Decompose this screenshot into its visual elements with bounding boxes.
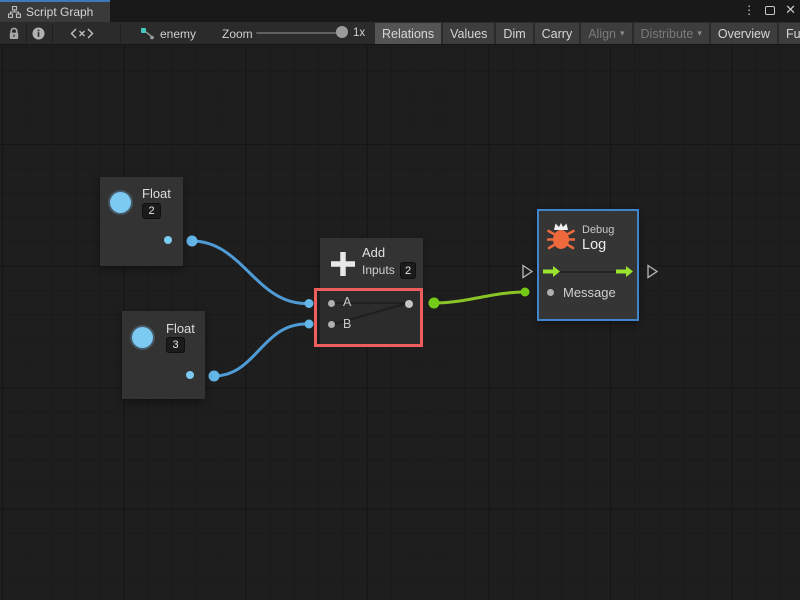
wire-add-to-log-message[interactable]	[434, 292, 524, 303]
zoom-label: Zoom	[222, 27, 253, 41]
plus-icon	[328, 249, 358, 279]
overview-button[interactable]: Overview	[711, 23, 777, 44]
node-title: Float	[166, 321, 195, 336]
wire-endpoint[interactable]	[521, 288, 530, 297]
port-a-label: A	[343, 295, 351, 309]
info-icon	[32, 27, 45, 40]
script-graph-icon	[8, 6, 21, 18]
window-controls: ⋮ ✕	[743, 0, 796, 20]
zoom-slider-track[interactable]	[256, 32, 342, 34]
maximize-icon[interactable]	[765, 6, 775, 15]
float-type-icon	[110, 192, 131, 213]
graph-canvas[interactable]: Float 2 Float 3 Add Inputs 2	[0, 45, 800, 600]
tab-title: Script Graph	[26, 5, 93, 19]
bug-icon	[547, 220, 575, 252]
message-port-label: Message	[563, 285, 616, 300]
chevron-down-icon: ▾	[620, 28, 625, 39]
add-node-body[interactable]: A B	[320, 290, 423, 346]
input-port-b[interactable]	[328, 321, 335, 328]
node-category: Debug	[582, 224, 614, 236]
float-type-icon	[132, 327, 153, 348]
node-float-3[interactable]: Float 3	[122, 311, 205, 399]
graph-toolbar: enemy Zoom 1x Relations Values Dim Carry…	[0, 22, 800, 45]
flow-out-arrow-icon[interactable]	[615, 265, 634, 278]
wire-endpoint[interactable]	[187, 236, 198, 247]
node-title: Float	[142, 186, 171, 201]
edit-source-button[interactable]	[68, 24, 96, 43]
node-add[interactable]: Add Inputs 2 A B	[320, 238, 423, 346]
flow-input-triangle-icon[interactable]	[523, 266, 532, 278]
node-float-2[interactable]: Float 2	[100, 177, 183, 266]
node-debug-log[interactable]: Debug Log Message	[537, 209, 639, 321]
output-port[interactable]	[164, 236, 172, 244]
values-button[interactable]: Values	[443, 23, 494, 44]
wire-float3-to-add-b[interactable]	[214, 324, 306, 376]
zoom-slider-handle[interactable]	[336, 26, 348, 38]
wire-endpoint[interactable]	[305, 299, 314, 308]
inputs-count-field[interactable]: 2	[400, 262, 416, 279]
wire-endpoint[interactable]	[209, 371, 220, 382]
input-port-a[interactable]	[328, 300, 335, 307]
port-b-label: B	[343, 317, 351, 331]
toolbar-separator	[26, 24, 27, 43]
tab-script-graph[interactable]: Script Graph	[0, 0, 110, 22]
float-value-field[interactable]: 3	[166, 337, 185, 353]
output-port[interactable]	[186, 371, 194, 379]
relations-button[interactable]: Relations	[375, 23, 441, 44]
info-button[interactable]	[28, 24, 48, 43]
script-graph-window: Script Graph ⋮ ✕	[0, 0, 800, 600]
flow-output-triangle-icon[interactable]	[648, 266, 657, 278]
zoom-value: 1x	[353, 27, 365, 39]
add-node-header[interactable]: Add Inputs 2	[320, 238, 423, 290]
lock-button[interactable]	[4, 24, 24, 43]
code-icon	[70, 28, 94, 39]
node-title: Log	[582, 237, 606, 253]
message-input-port[interactable]	[547, 289, 554, 296]
wire-endpoint[interactable]	[305, 320, 314, 329]
float-value-field[interactable]: 2	[142, 203, 161, 219]
graph-name: enemy	[160, 27, 196, 41]
inputs-label: Inputs	[362, 263, 395, 277]
close-icon[interactable]: ✕	[785, 2, 796, 18]
align-dropdown[interactable]: Align▾	[581, 23, 631, 44]
output-port[interactable]	[405, 300, 413, 308]
toolbar-separator	[120, 24, 121, 43]
tab-bar: Script Graph ⋮ ✕	[0, 0, 800, 22]
dim-button[interactable]: Dim	[496, 23, 532, 44]
toolbar-separator	[52, 24, 53, 43]
graph-icon	[140, 27, 155, 40]
lock-icon	[8, 27, 20, 40]
fullscreen-button[interactable]: Full Screen	[779, 23, 800, 44]
toolbar-button-group: Relations Values Dim Carry Align▾ Distri…	[375, 23, 800, 44]
chevron-down-icon: ▾	[697, 28, 702, 39]
relations-lines	[320, 290, 423, 346]
window-menu-icon[interactable]: ⋮	[743, 3, 755, 17]
graph-breadcrumb[interactable]: enemy	[140, 24, 196, 43]
node-title: Add	[362, 245, 385, 260]
wire-endpoint[interactable]	[429, 298, 440, 309]
carry-button[interactable]: Carry	[535, 23, 580, 44]
flow-in-arrow-icon[interactable]	[542, 265, 561, 278]
distribute-dropdown[interactable]: Distribute▾	[634, 23, 709, 44]
wire-float2-to-add-a[interactable]	[192, 241, 306, 304]
